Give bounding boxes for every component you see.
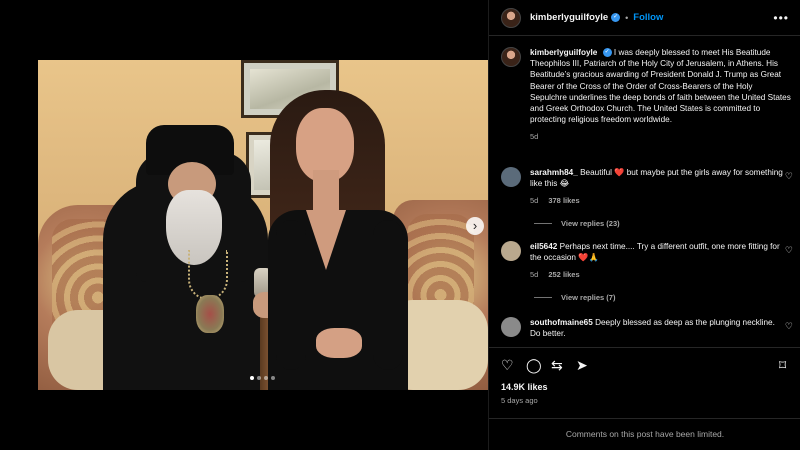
comment-emoji: ❤️🙏: [578, 253, 599, 262]
comment-emoji: ❤️: [614, 168, 625, 177]
view-replies-label: View replies (23): [561, 219, 620, 228]
media-pane: ›: [0, 0, 488, 450]
carousel-dot: [264, 376, 268, 380]
avatar[interactable]: [501, 7, 521, 28]
avatar[interactable]: [501, 167, 521, 187]
heart-icon[interactable]: ♡: [785, 245, 793, 256]
comment-text: Perhaps next time.... Try a different ou…: [530, 242, 780, 262]
view-replies-label: View replies (7): [561, 293, 616, 302]
verified-badge-icon: ✓: [611, 13, 621, 22]
share-icon[interactable]: ⇆: [551, 358, 563, 372]
caption-username[interactable]: kimberlyguilfoyle: [530, 48, 597, 57]
comment-icon[interactable]: ◯: [526, 358, 542, 372]
comment-time: 5d: [530, 196, 539, 205]
media-backdrop: [0, 0, 38, 450]
woman-arm-right: [373, 220, 403, 370]
comment-username[interactable]: southofmaine65: [530, 318, 593, 327]
patriarch-medallion: [196, 295, 224, 333]
comment-likes[interactable]: 252 likes: [548, 269, 579, 280]
send-icon[interactable]: ➤: [576, 358, 588, 372]
woman-neck: [313, 170, 339, 210]
comment: southofmaine65 Deeply blessed as deep as…: [501, 317, 800, 339]
caption-text-block: kimberlyguilfoyle ✓ I was deeply blessed…: [530, 47, 791, 143]
carousel-dots: [250, 376, 275, 380]
author-username[interactable]: kimberlyguilfoyle: [530, 12, 608, 23]
comment-text: Beautiful: [580, 168, 615, 177]
avatar[interactable]: [501, 47, 521, 67]
separator-dot: •: [625, 12, 629, 23]
heart-icon[interactable]: ♡: [785, 171, 793, 182]
chevron-right-icon[interactable]: ›: [466, 217, 484, 235]
comment: sarahmh84_ Beautiful ❤️ but maybe put th…: [501, 167, 800, 228]
caption-timestamp: 5d: [530, 132, 539, 142]
carousel-dot: [271, 376, 275, 380]
woman-hands: [316, 328, 362, 358]
verified-badge-icon: ✓: [602, 48, 612, 58]
comment-likes[interactable]: 378 likes: [548, 195, 579, 206]
view-replies-button[interactable]: View replies (7): [534, 293, 800, 302]
patriarch-chain: [188, 250, 228, 300]
carousel-dot: [250, 376, 254, 380]
more-options-icon[interactable]: •••: [773, 11, 789, 25]
view-replies-button[interactable]: View replies (23): [534, 219, 800, 228]
replies-divider: [534, 223, 552, 224]
caption-body: I was deeply blessed to meet His Beatitu…: [530, 48, 791, 125]
post-header: kimberlyguilfoyle ✓ • Follow •••: [489, 0, 800, 36]
like-heart-icon[interactable]: ♡: [501, 358, 514, 372]
bookmark-icon[interactable]: ⌑: [779, 358, 786, 372]
replies-divider: [534, 297, 552, 298]
comment: eil5642 Perhaps next time.... Try a diff…: [501, 241, 800, 302]
follow-button[interactable]: Follow: [633, 12, 663, 23]
post-actions-bar: ♡ ◯ ⇆ ➤ ⌑: [489, 347, 800, 377]
comments-limited-notice: Comments on this post have been limited.: [489, 418, 800, 450]
post-sidebar: kimberlyguilfoyle ✓ • Follow ••• kimberl…: [488, 0, 800, 450]
heart-icon[interactable]: ♡: [785, 321, 793, 332]
avatar[interactable]: [501, 241, 521, 261]
comment-username[interactable]: sarahmh84_: [530, 168, 578, 177]
post-likes-count[interactable]: 14.9K likes: [501, 382, 548, 392]
comment-username[interactable]: eil5642: [530, 242, 557, 251]
avatar[interactable]: [501, 317, 521, 337]
caption: kimberlyguilfoyle ✓ I was deeply blessed…: [501, 47, 791, 143]
comment-time: 5d: [530, 270, 539, 279]
carousel-dot: [257, 376, 261, 380]
woman-arm-left: [276, 220, 306, 370]
post-photo[interactable]: ›: [38, 60, 488, 390]
post-age[interactable]: 5 days ago: [501, 396, 538, 405]
